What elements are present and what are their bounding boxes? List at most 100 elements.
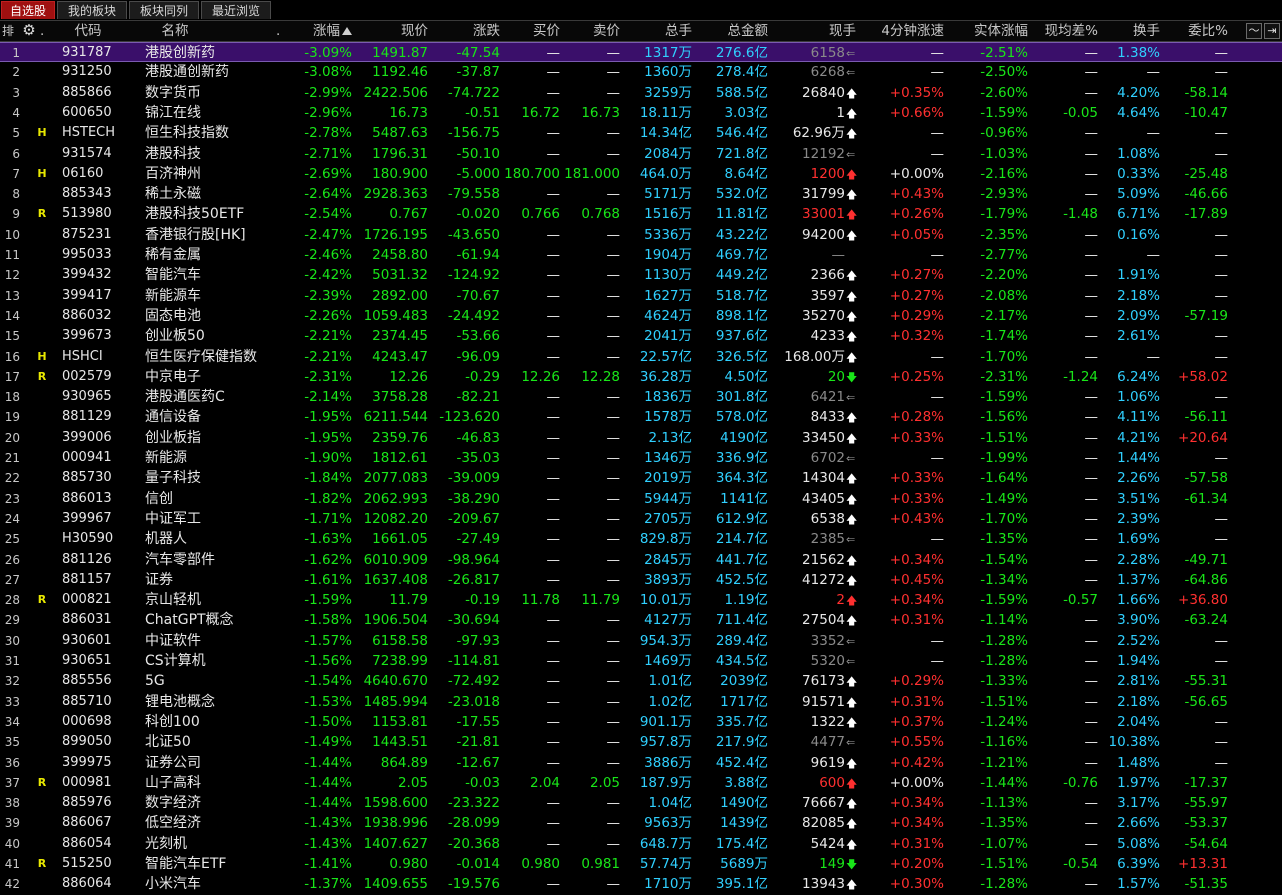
arrow-left-icon: ⇐ xyxy=(846,66,856,80)
table-row[interactable]: 2 931250 港股通创新药 -3.08% 1192.46 -37.87 — — 1360万 2… xyxy=(0,62,1282,82)
header-4min-speed[interactable]: 4分钟涨速 xyxy=(860,21,944,41)
table-row[interactable]: 14 886032 固态电池 -2.26% 1059.483 -24.492 — — 4624万… xyxy=(0,306,1282,326)
row-avg-diff: — xyxy=(1084,348,1099,365)
row-change: -50.10 xyxy=(456,145,500,162)
exit-icon[interactable]: ⇥ xyxy=(1264,23,1280,39)
current-volume-value: 149 xyxy=(819,856,845,872)
row-price: 6211.544 xyxy=(363,409,428,426)
arrow-up-icon: 🡅 xyxy=(846,695,858,709)
row-amount: 578.0亿 xyxy=(715,409,768,426)
row-current-volume: 1🡅 xyxy=(770,103,857,123)
chart-icon[interactable]: 〜 xyxy=(1246,23,1262,39)
row-index: 22 xyxy=(4,471,20,486)
row-turnover: 1.91% xyxy=(1117,267,1160,284)
row-avg-diff: — xyxy=(1084,835,1099,852)
table-row[interactable]: 21 000941 新能源 -1.90% 1812.61 -35.03 — — 1346万 336… xyxy=(0,448,1282,468)
table-row[interactable]: 9 R 513980 港股科技50ETF -2.54% 0.767 -0.020 0.766 0… xyxy=(0,204,1282,224)
row-turnover: 0.16% xyxy=(1117,226,1160,243)
table-row[interactable]: 32 885556 5G -1.54% 4640.670 -72.492 — — 1.01亿 20… xyxy=(0,671,1282,691)
tab-my-sectors[interactable]: 我的板块 xyxy=(57,1,127,19)
header-amount[interactable]: 总金额 xyxy=(694,21,769,41)
table-row[interactable]: 41 R 515250 智能汽车ETF -1.41% 0.980 -0.014 0.980 0.… xyxy=(0,854,1282,874)
header-rank[interactable]: 排 xyxy=(2,21,18,41)
table-row[interactable]: 22 885730 量子科技 -1.84% 2077.083 -39.009 — — 2019万… xyxy=(0,468,1282,488)
table-row[interactable]: 24 399967 中证军工 -1.71% 12082.20 -209.67 — — 2705万… xyxy=(0,509,1282,529)
table-row[interactable]: 34 000698 科创100 -1.50% 1153.81 -17.55 — — 901.1万… xyxy=(0,712,1282,732)
row-order-ratio: -56.65 xyxy=(1184,693,1228,710)
table-row[interactable]: 37 R 000981 山子高科 -1.44% 2.05 -0.03 2.04 2.05 187.… xyxy=(0,773,1282,793)
table-row[interactable]: 38 885976 数字经济 -1.44% 1598.600 -23.322 — — 1.04亿… xyxy=(0,793,1282,813)
row-bid: — xyxy=(546,450,561,466)
header-body-change[interactable]: 实体涨幅 xyxy=(946,21,1028,41)
table-row[interactable]: 33 885710 锂电池概念 -1.53% 1485.994 -23.018 — — 1.02… xyxy=(0,692,1282,712)
table-row[interactable]: 42 886064 小米汽车 -1.37% 1409.655 -19.576 — — 1710万… xyxy=(0,874,1282,894)
table-row[interactable]: 36 399975 证券公司 -1.44% 864.89 -12.67 — — 3886万 452… xyxy=(0,753,1282,773)
header-turnover[interactable]: 换手 xyxy=(1100,21,1160,41)
table-row[interactable]: 40 886054 光刻机 -1.43% 1407.627 -20.368 — — 648.7万… xyxy=(0,834,1282,854)
gear-icon[interactable]: ⚙ xyxy=(21,23,37,39)
table-row[interactable]: 29 886031 ChatGPT概念 -1.58% 1906.504 -30.694 — —… xyxy=(0,610,1282,630)
row-body-change: -1.59% xyxy=(980,104,1028,121)
table-row[interactable]: 15 399673 创业板50 -2.21% 2374.45 -53.66 — — 2041万 9… xyxy=(0,326,1282,346)
table-row[interactable]: 4 600650 锦江在线 -2.96% 16.73 -0.51 16.72 16.73 18.… xyxy=(0,103,1282,123)
row-change-pct: -2.99% xyxy=(304,84,352,101)
table-row[interactable]: 31 930651 CS计算机 -1.56% 7238.99 -114.81 — — 1469万… xyxy=(0,651,1282,671)
table-row[interactable]: 28 R 000821 京山轻机 -1.59% 11.79 -0.19 11.78 11.79 1… xyxy=(0,590,1282,610)
row-change: -23.018 xyxy=(447,693,500,710)
table-row[interactable]: 6 931574 港股科技 -2.71% 1796.31 -50.10 — — 2084万 721… xyxy=(0,144,1282,164)
row-flag xyxy=(34,407,50,427)
row-ask: — xyxy=(606,653,621,669)
table-row[interactable]: 1 931787 港股创新药 -3.09% 1491.87 -47.54 — — 1317万 27… xyxy=(0,42,1282,63)
table-row[interactable]: 35 899050 北证50 -1.49% 1443.51 -21.81 — — 957.8万 2… xyxy=(0,732,1282,752)
row-avg-diff: — xyxy=(1084,64,1099,81)
table-row[interactable]: 12 399432 智能汽车 -2.42% 5031.32 -124.92 — — 1130万 4… xyxy=(0,265,1282,285)
row-code: 930651 xyxy=(62,653,112,668)
row-avg-diff: — xyxy=(1084,145,1099,162)
header-volume[interactable]: 总手 xyxy=(622,21,692,41)
row-current-volume: 43405🡅 xyxy=(770,489,857,509)
header-name[interactable]: 名称 xyxy=(140,21,210,41)
tab-sector-peers[interactable]: 板块同列 xyxy=(129,1,199,19)
table-row[interactable]: 11 995033 稀有金属 -2.46% 2458.80 -61.94 — — 1904万 46… xyxy=(0,245,1282,265)
row-avg-diff: — xyxy=(1084,125,1099,142)
row-flag xyxy=(34,62,50,82)
table-row[interactable]: 16 H HSHCI 恒生医疗保健指数 -2.21% 4243.47 -96.09 — — 22.… xyxy=(0,347,1282,367)
table-row[interactable]: 10 875231 香港银行股[HK] -2.47% 1726.195 -43.650 — —… xyxy=(0,225,1282,245)
table-row[interactable]: 20 399006 创业板指 -1.95% 2359.76 -46.83 — — 2.13亿 41… xyxy=(0,428,1282,448)
table-row[interactable]: 17 R 002579 中京电子 -2.31% 12.26 -0.29 12.26 12.28 3… xyxy=(0,367,1282,387)
row-bid: — xyxy=(546,510,561,527)
table-row[interactable]: 3 885866 数字货币 -2.99% 2422.506 -74.722 — — 3259万 5… xyxy=(0,83,1282,103)
row-index: 40 xyxy=(4,836,20,851)
row-turnover: — xyxy=(1146,64,1161,81)
table-row[interactable]: 7 H 06160 百济神州 -2.69% 180.900 -5.000 180.700 181… xyxy=(0,164,1282,184)
header-bid[interactable]: 买价 xyxy=(502,21,560,41)
table-row[interactable]: 13 399417 新能源车 -2.39% 2892.00 -70.67 — — 1627万 51… xyxy=(0,286,1282,306)
table-row[interactable]: 8 885343 稀土永磁 -2.64% 2928.363 -79.558 — — 5171万 5… xyxy=(0,184,1282,204)
table-row[interactable]: 30 930601 中证软件 -1.57% 6158.58 -97.93 — — 954.3万 2… xyxy=(0,631,1282,651)
row-price: 2892.00 xyxy=(372,287,428,304)
table-row[interactable]: 39 886067 低空经济 -1.43% 1938.996 -28.099 — — 9563万… xyxy=(0,813,1282,833)
table-row[interactable]: 26 881126 汽车零部件 -1.62% 6010.909 -98.964 — — 2845… xyxy=(0,550,1282,570)
row-ask: — xyxy=(606,328,621,345)
header-order-ratio[interactable]: 委比% xyxy=(1162,21,1228,41)
current-volume-value: 20 xyxy=(827,368,845,385)
header-price[interactable]: 现价 xyxy=(358,21,428,41)
tab-recent[interactable]: 最近浏览 xyxy=(201,1,271,19)
header-avg-diff[interactable]: 现均差% xyxy=(1030,21,1098,41)
row-current-volume: 600🡅 xyxy=(770,773,857,793)
row-code: 930965 xyxy=(62,389,112,405)
table-row[interactable]: 5 H HSTECH 恒生科技指数 -2.78% 5487.63 -156.75 — — 14.3… xyxy=(0,123,1282,143)
header-current-volume[interactable]: 现手 xyxy=(770,21,856,41)
tab-watchlist[interactable]: 自选股 xyxy=(1,1,55,19)
header-change-pct[interactable]: 涨幅 xyxy=(286,21,352,41)
table-row[interactable]: 25 H30590 机器人 -1.63% 1661.05 -27.49 — — 829.8万 21… xyxy=(0,529,1282,549)
header-code[interactable]: 代码 xyxy=(60,21,116,41)
header-ask[interactable]: 卖价 xyxy=(562,21,620,41)
table-row[interactable]: 18 930965 港股通医药C -2.14% 3758.28 -82.21 — — 1836万… xyxy=(0,387,1282,407)
row-bid: — xyxy=(546,653,561,669)
table-row[interactable]: 19 881129 通信设备 -1.95% 6211.544 -123.620 — — 1578… xyxy=(0,407,1282,427)
table-row[interactable]: 23 886013 信创 -1.82% 2062.993 -38.290 — — 5944万 11… xyxy=(0,489,1282,509)
header-change[interactable]: 涨跌 xyxy=(430,21,500,41)
table-row[interactable]: 27 881157 证券 -1.61% 1637.408 -26.817 — — 3893万 45… xyxy=(0,570,1282,590)
row-change-pct: -1.95% xyxy=(304,409,352,426)
